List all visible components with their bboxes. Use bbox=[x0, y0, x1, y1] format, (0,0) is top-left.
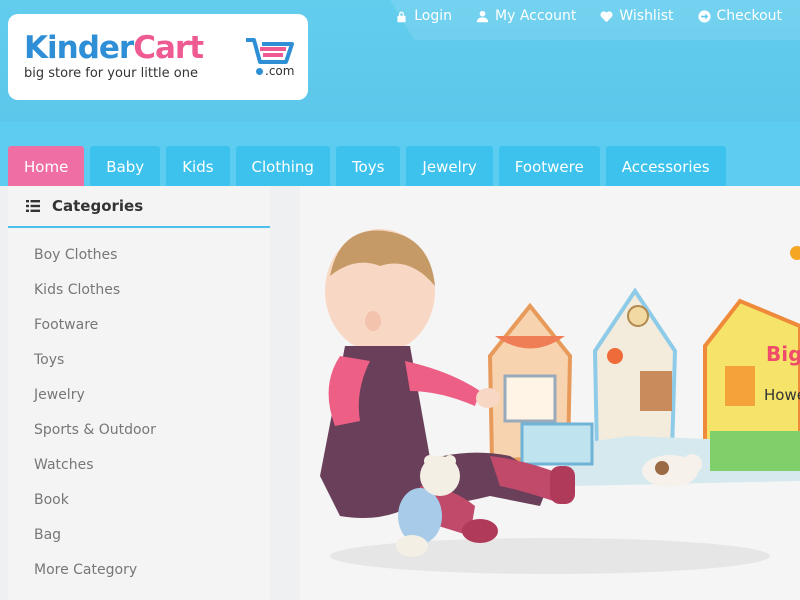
login-link[interactable]: Login bbox=[395, 8, 452, 24]
category-list: Boy Clothes Kids Clothes Footware Toys J… bbox=[8, 228, 270, 588]
category-kids-clothes[interactable]: Kids Clothes bbox=[8, 273, 270, 308]
tab-jewelry[interactable]: Jewelry bbox=[406, 146, 493, 186]
slide-title: Big bbox=[766, 342, 800, 366]
tab-clothing[interactable]: Clothing bbox=[235, 146, 330, 186]
checkout-label: Checkout bbox=[716, 8, 783, 24]
account-links: Login My Account Wishlist Checkout bbox=[395, 8, 782, 24]
tab-baby[interactable]: Baby bbox=[90, 146, 161, 186]
category-book[interactable]: Book bbox=[8, 483, 270, 518]
wishlist-label: Wishlist bbox=[619, 8, 674, 24]
category-more[interactable]: More Category bbox=[8, 553, 270, 588]
checkout-link[interactable]: Checkout bbox=[697, 8, 783, 24]
category-sports-outdoor[interactable]: Sports & Outdoor bbox=[8, 413, 270, 448]
category-jewelry[interactable]: Jewelry bbox=[8, 378, 270, 413]
slide-subtitle: Howe bbox=[764, 386, 800, 404]
category-boy-clothes[interactable]: Boy Clothes bbox=[8, 238, 270, 273]
logo-tagline: big store for your little one bbox=[24, 66, 198, 81]
my-account-link[interactable]: My Account bbox=[476, 8, 576, 24]
arrow-circle-icon bbox=[697, 9, 711, 23]
categories-title: Categories bbox=[52, 197, 144, 215]
login-label: Login bbox=[414, 8, 452, 24]
slider-indicator-dot[interactable] bbox=[790, 246, 800, 260]
logo-domain-text: .com bbox=[265, 64, 295, 78]
my-account-label: My Account bbox=[495, 8, 577, 24]
tab-kids[interactable]: Kids bbox=[166, 146, 230, 186]
category-bag[interactable]: Bag bbox=[8, 518, 270, 553]
heart-icon bbox=[600, 10, 613, 22]
logo-word-kinder: Kinder bbox=[24, 30, 134, 66]
logo-domain: .com bbox=[256, 64, 294, 78]
logo-wordmark: KinderCart bbox=[24, 30, 204, 66]
tab-home[interactable]: Home bbox=[8, 146, 85, 186]
wishlist-link[interactable]: Wishlist bbox=[600, 8, 674, 24]
site-logo[interactable]: KinderCart big store for your little one… bbox=[8, 14, 308, 100]
tab-toys[interactable]: Toys bbox=[335, 146, 401, 186]
tab-footwere[interactable]: Footwere bbox=[498, 146, 600, 186]
logo-word-cart: Cart bbox=[133, 30, 204, 66]
categories-sidebar: Categories Boy Clothes Kids Clothes Foot… bbox=[8, 186, 270, 600]
list-icon bbox=[26, 200, 40, 212]
logo-dot bbox=[256, 68, 263, 75]
main-nav: Home Baby Kids Clothing Toys Jewelry Foo… bbox=[8, 146, 726, 186]
category-toys[interactable]: Toys bbox=[8, 343, 270, 378]
hero-slider[interactable]: Big Howe bbox=[300, 186, 800, 600]
tab-accessories[interactable]: Accessories bbox=[605, 146, 726, 186]
category-footware[interactable]: Footware bbox=[8, 308, 270, 343]
lock-icon bbox=[397, 11, 406, 22]
hero-image-baby-with-playhouse-book bbox=[320, 229, 800, 574]
user-icon bbox=[476, 10, 489, 22]
category-watches[interactable]: Watches bbox=[8, 448, 270, 483]
categories-header: Categories bbox=[8, 186, 270, 228]
